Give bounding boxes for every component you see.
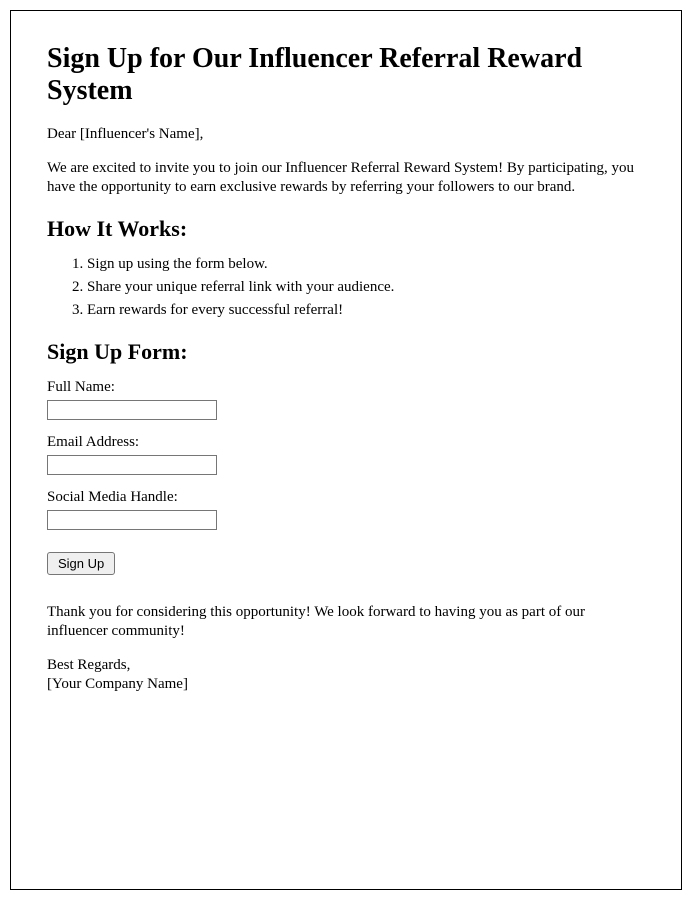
signup-button[interactable]: Sign Up: [47, 552, 115, 575]
thank-you-text: Thank you for considering this opportuni…: [47, 603, 645, 642]
how-it-works-steps: Sign up using the form below. Share your…: [47, 254, 645, 321]
signup-form-heading: Sign Up Form:: [47, 339, 645, 365]
full-name-label: Full Name:: [47, 379, 645, 396]
social-label: Social Media Handle:: [47, 489, 645, 506]
greeting-text: Dear [Influencer's Name],: [47, 125, 645, 145]
closing-regards: Best Regards,: [47, 657, 130, 673]
document-frame: Sign Up for Our Influencer Referral Rewa…: [10, 10, 682, 890]
full-name-group: Full Name:: [47, 379, 645, 420]
closing-company: [Your Company Name]: [47, 676, 188, 692]
email-label: Email Address:: [47, 434, 645, 451]
social-group: Social Media Handle:: [47, 489, 645, 530]
page-title: Sign Up for Our Influencer Referral Rewa…: [47, 43, 645, 107]
step-item: Earn rewards for every successful referr…: [87, 300, 645, 321]
step-item: Sign up using the form below.: [87, 254, 645, 275]
social-input[interactable]: [47, 510, 217, 530]
full-name-input[interactable]: [47, 400, 217, 420]
closing-block: Best Regards, [Your Company Name]: [47, 656, 645, 695]
step-item: Share your unique referral link with you…: [87, 277, 645, 298]
intro-paragraph: We are excited to invite you to join our…: [47, 159, 645, 198]
how-it-works-heading: How It Works:: [47, 216, 645, 242]
email-group: Email Address:: [47, 434, 645, 475]
email-input[interactable]: [47, 455, 217, 475]
